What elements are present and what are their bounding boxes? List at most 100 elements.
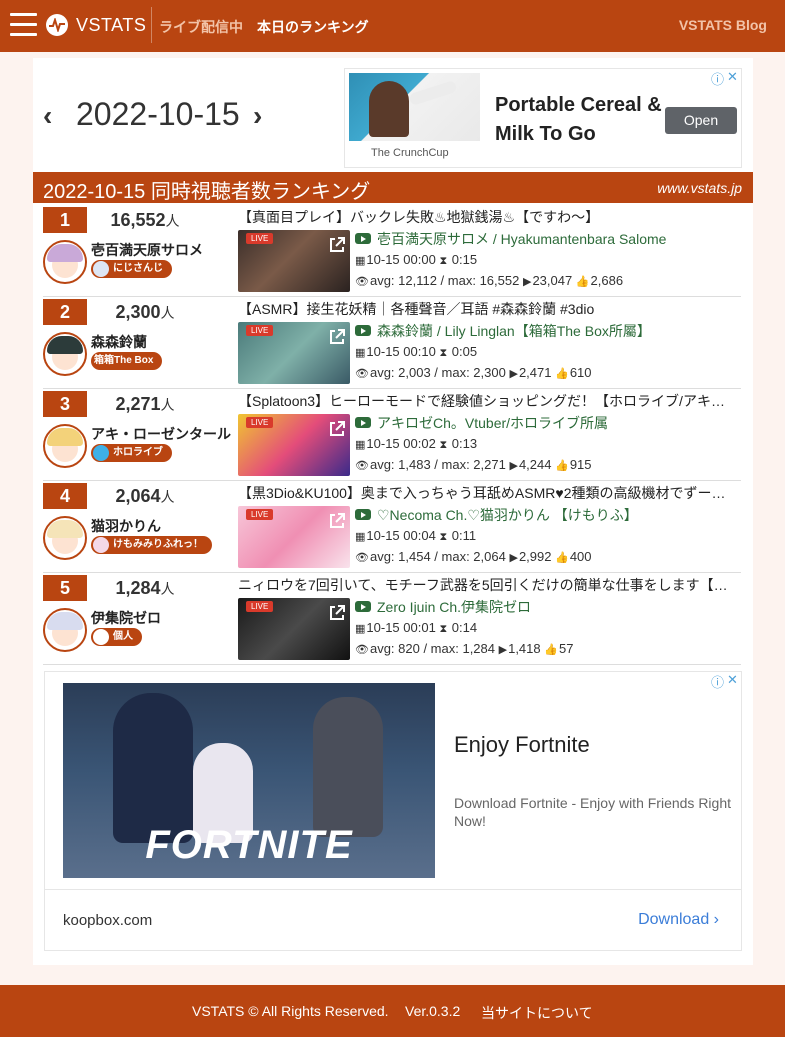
nav-live-link[interactable]: ライブ配信中 bbox=[159, 17, 243, 37]
site-logo[interactable]: VSTATS bbox=[76, 15, 146, 36]
live-badge: LIVE bbox=[246, 233, 274, 244]
avatar[interactable] bbox=[43, 516, 87, 560]
avatar[interactable] bbox=[43, 608, 87, 652]
video-thumbnail[interactable]: LIVE bbox=[238, 322, 350, 384]
ad-image[interactable] bbox=[349, 73, 480, 141]
agency-badge[interactable]: ホロライブ bbox=[91, 444, 172, 462]
ranking-row: 4 2,064人 猫羽かりん けもみみりふれっ！ 【黒3Dio&KU100】奥ま… bbox=[43, 481, 741, 573]
adchoices-icon[interactable]: ⓘ bbox=[711, 69, 724, 88]
peak-viewers: 2,300人 bbox=[115, 302, 175, 322]
logo-icon[interactable] bbox=[46, 14, 68, 36]
video-thumbnail[interactable]: LIVE bbox=[238, 506, 350, 568]
date-navigation: ‹ 2022-10-15 › bbox=[43, 96, 293, 136]
avatar[interactable] bbox=[43, 332, 87, 376]
eye-icon: 👁 bbox=[355, 552, 369, 564]
channel-link[interactable]: アキロゼCh。Vtuber/ホロライブ所属 bbox=[355, 413, 735, 433]
external-link-icon[interactable] bbox=[328, 604, 346, 622]
video-title[interactable]: 【真面目プレイ】バックレ失敗♨地獄銭湯♨【ですわ～】 bbox=[238, 207, 738, 227]
agency-badge[interactable]: にじさんじ bbox=[91, 260, 172, 278]
video-title[interactable]: ニィロウを7回引いて、モチーフ武器を5回引くだけの簡単な仕事をします【原神】 bbox=[238, 575, 738, 595]
video-title[interactable]: 【Splatoon3】ヒーローモードで経験値ショッピングだ！【ホロライブ/アキ・… bbox=[238, 391, 738, 411]
stream-stats: 👁avg: 2,003 / max: 2,300 ▶2,471 👍610 bbox=[355, 365, 592, 380]
top-advertisement[interactable]: The CrunchCup Portable Cereal & Milk To … bbox=[344, 68, 742, 168]
hourglass-icon: ⧗ bbox=[439, 623, 448, 635]
channel-name[interactable]: アキ・ローゼンタール bbox=[91, 424, 241, 444]
ad-image-text: FORTNITE bbox=[145, 823, 353, 867]
external-link-icon[interactable] bbox=[328, 328, 346, 346]
play-icon: ▶ bbox=[522, 276, 532, 288]
live-badge: LIVE bbox=[246, 601, 274, 612]
ranking-row: 1 16,552人 壱百満天原サロメ にじさんじ 【真面目プレイ】バックレ失敗♨… bbox=[43, 205, 741, 297]
prev-day-button[interactable]: ‹ bbox=[43, 100, 52, 132]
thumbs-up-icon: 👍 bbox=[555, 368, 569, 380]
stream-stats: 👁avg: 12,112 / max: 16,552 ▶23,047 👍2,68… bbox=[355, 273, 624, 288]
external-link-icon[interactable] bbox=[328, 236, 346, 254]
video-thumbnail[interactable]: LIVE bbox=[238, 414, 350, 476]
nav-ranking-link[interactable]: 本日のランキング bbox=[257, 17, 369, 37]
external-link-icon[interactable] bbox=[328, 512, 346, 530]
channel-name[interactable]: 森森鈴蘭 bbox=[91, 332, 241, 352]
channel-name[interactable]: 壱百満天原サロメ bbox=[91, 240, 241, 260]
ad-domain[interactable]: koopbox.com bbox=[63, 912, 152, 929]
ad-close-icon[interactable]: ✕ bbox=[727, 672, 738, 688]
agency-badge[interactable]: けもみみりふれっ！ bbox=[91, 536, 212, 554]
ad-description[interactable]: Download Fortnite - Enjoy with Friends R… bbox=[454, 794, 734, 830]
bottom-advertisement[interactable]: FORTNITE Enjoy Fortnite Download Fortnit… bbox=[44, 671, 742, 951]
avatar[interactable] bbox=[43, 424, 87, 468]
menu-icon[interactable] bbox=[10, 13, 37, 39]
avatar[interactable] bbox=[43, 240, 87, 284]
channel-link[interactable]: 壱百満天原サロメ / Hyakumantenbara Salome bbox=[355, 229, 735, 249]
stream-time: ▦10-15 00:02 ⧗ 0:13 bbox=[355, 436, 478, 451]
about-link[interactable]: 当サイトについて bbox=[481, 1003, 593, 1023]
channel-name[interactable]: 伊集院ゼロ bbox=[91, 608, 241, 628]
calendar-icon: ▦ bbox=[355, 531, 366, 543]
play-icon: ▶ bbox=[509, 368, 518, 380]
stream-stats: 👁avg: 1,483 / max: 2,271 ▶4,244 👍915 bbox=[355, 457, 592, 472]
play-icon: ▶ bbox=[509, 552, 518, 564]
video-thumbnail[interactable]: LIVE bbox=[238, 598, 350, 660]
ranking-header: 2022-10-15 同時視聴者数ランキング www.vstats.jp bbox=[33, 172, 753, 203]
channel-link[interactable]: ♡Necoma Ch.♡猫羽かりん 【けもりふ】 bbox=[355, 505, 735, 525]
agency-badge[interactable]: 箱箱The Box bbox=[91, 352, 163, 370]
ad-brand[interactable]: The CrunchCup bbox=[371, 147, 449, 159]
top-bar: VSTATS ライブ配信中 本日のランキング VSTATS Blog bbox=[0, 0, 785, 52]
channel-link[interactable]: 森森鈴蘭 / Lily Linglan【箱箱The Box所屬】 bbox=[355, 321, 735, 341]
nav-divider bbox=[151, 7, 152, 43]
hourglass-icon: ⧗ bbox=[439, 439, 448, 451]
nav-blog-link[interactable]: VSTATS Blog bbox=[679, 17, 767, 33]
ad-download-button[interactable]: Download › bbox=[638, 911, 719, 929]
ranking-row: 3 2,271人 アキ・ローゼンタール ホロライブ 【Splatoon3】ヒーロ… bbox=[43, 389, 741, 481]
calendar-icon: ▦ bbox=[355, 255, 366, 267]
calendar-icon: ▦ bbox=[355, 347, 366, 359]
ranking-title: 2022-10-15 同時視聴者数ランキング bbox=[43, 181, 371, 203]
channel-name[interactable]: 猫羽かりん bbox=[91, 516, 241, 536]
peak-viewers: 1,284人 bbox=[115, 578, 175, 598]
live-badge: LIVE bbox=[246, 509, 274, 520]
stream-time: ▦10-15 00:04 ⧗ 0:11 bbox=[355, 528, 477, 543]
agency-badge[interactable]: 個人 bbox=[91, 628, 142, 646]
hourglass-icon: ⧗ bbox=[439, 531, 448, 543]
next-day-button[interactable]: › bbox=[253, 100, 262, 132]
ad-divider bbox=[45, 889, 741, 890]
thumbs-up-icon: 👍 bbox=[575, 276, 590, 288]
youtube-icon bbox=[355, 417, 371, 428]
ad-title[interactable]: Portable Cereal & Milk To Go bbox=[495, 91, 665, 149]
site-url: www.vstats.jp bbox=[657, 180, 742, 196]
ad-headline[interactable]: Enjoy Fortnite bbox=[454, 732, 590, 758]
video-title[interactable]: 【ASMR】接生花妖精｜各種聲音／耳語 #森森鈴蘭 #3dio bbox=[238, 299, 738, 319]
channel-link[interactable]: Zero Ijuin Ch.伊集院ゼロ bbox=[355, 597, 735, 617]
ad-open-button[interactable]: Open bbox=[665, 107, 737, 134]
play-icon: ▶ bbox=[498, 644, 508, 656]
adchoices-icon[interactable]: ⓘ bbox=[711, 672, 724, 691]
thumbs-up-icon: 👍 bbox=[555, 460, 569, 472]
eye-icon: 👁 bbox=[355, 368, 369, 380]
video-title[interactable]: 【黒3Dio&KU100】奥まで入っちゃう耳舐めASMR♥2種類の高級機材でずー… bbox=[238, 483, 738, 503]
stream-stats: 👁avg: 820 / max: 1,284 ▶1,418 👍57 bbox=[355, 641, 574, 656]
copyright: VSTATS © All Rights Reserved. bbox=[192, 1003, 389, 1019]
ad-close-icon[interactable]: ✕ bbox=[727, 69, 738, 85]
thumbs-up-icon: 👍 bbox=[555, 552, 569, 564]
stream-time: ▦10-15 00:10 ⧗ 0:05 bbox=[355, 344, 478, 359]
ad-image[interactable]: FORTNITE bbox=[63, 683, 435, 878]
video-thumbnail[interactable]: LIVE bbox=[238, 230, 350, 292]
external-link-icon[interactable] bbox=[328, 420, 346, 438]
